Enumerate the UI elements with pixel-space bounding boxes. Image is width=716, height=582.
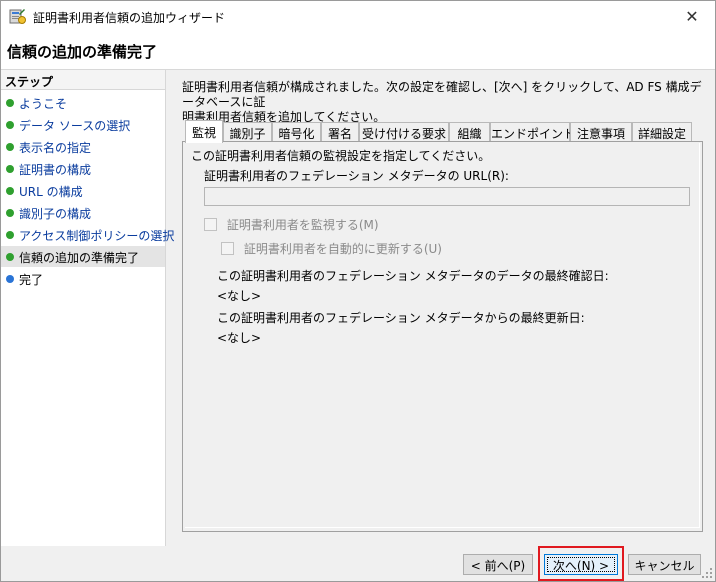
metadata-url-input[interactable] xyxy=(204,187,690,206)
intro-text: 証明書利用者信頼が構成されました。次の設定を確認し、[次へ] をクリックして、A… xyxy=(182,80,702,125)
last-updated-value: <なし> xyxy=(217,331,262,345)
auto-update-checkbox-label: 証明書利用者を自動的に更新する(U) xyxy=(243,242,442,256)
tab-notes[interactable]: 注意事項 xyxy=(570,122,632,142)
resize-grip-icon[interactable] xyxy=(701,567,713,579)
back-button[interactable]: < 前へ(P) xyxy=(463,554,533,575)
step-label: アクセス制御ポリシーの選択 xyxy=(19,229,175,243)
step-item-display-name[interactable]: 表示名の指定 xyxy=(1,136,165,157)
cancel-button[interactable]: キャンセル xyxy=(628,554,701,575)
close-icon: ✕ xyxy=(685,7,699,26)
step-done-icon xyxy=(6,165,14,173)
step-done-icon xyxy=(6,143,14,151)
tab-panel-monitoring: この証明書利用者信頼の監視設定を指定してください。 証明書利用者のフェデレーショ… xyxy=(182,141,703,532)
step-done-icon xyxy=(6,253,14,261)
intro-line: 証明書利用者信頼が構成されました。次の設定を確認し、[次へ] をクリックして、A… xyxy=(182,80,702,109)
step-item-ready[interactable]: 信頼の追加の準備完了 xyxy=(1,246,165,267)
auto-update-checkbox[interactable] xyxy=(221,242,234,255)
step-label: ようこそ xyxy=(19,97,68,111)
tab-endpoints[interactable]: エンドポイント xyxy=(490,122,575,142)
monitor-checkbox[interactable] xyxy=(204,218,217,231)
step-label: 証明書の構成 xyxy=(19,163,92,177)
tab-monitoring[interactable]: 監視 xyxy=(185,120,223,143)
step-label: 完了 xyxy=(19,273,44,287)
step-done-icon xyxy=(6,99,14,107)
page-title: 信頼の追加の準備完了 xyxy=(7,43,158,61)
step-label: 表示名の指定 xyxy=(19,141,92,155)
step-item-welcome[interactable]: ようこそ xyxy=(1,92,165,113)
close-button[interactable]: ✕ xyxy=(669,1,715,32)
step-item-finish: 完了 xyxy=(1,268,165,289)
step-label: 識別子の構成 xyxy=(19,207,92,221)
tab-advanced[interactable]: 詳細設定 xyxy=(632,122,692,142)
step-item-data-source[interactable]: データ ソースの選択 xyxy=(1,114,165,135)
window-title: 証明書利用者信頼の追加ウィザード xyxy=(33,11,226,25)
wizard-body: ステップ ようこそ データ ソースの選択 表示名の指定 証明書の構成 URL の… xyxy=(1,70,715,581)
monitor-checkbox-row[interactable]: 証明書利用者を監視する(M) xyxy=(204,216,379,233)
step-done-icon xyxy=(6,231,14,239)
wizard-header: 信頼の追加の準備完了 xyxy=(1,32,715,70)
wizard-icon xyxy=(9,9,26,24)
auto-update-checkbox-row[interactable]: 証明書利用者を自動的に更新する(U) xyxy=(221,240,442,257)
next-button-highlight xyxy=(538,546,624,581)
tab-organization[interactable]: 組織 xyxy=(449,122,490,142)
step-pending-icon xyxy=(6,275,14,283)
tab-accepted-claims[interactable]: 受け付ける要求 xyxy=(359,122,449,142)
step-label: URL の構成 xyxy=(19,185,83,199)
steps-panel: ステップ ようこそ データ ソースの選択 表示名の指定 証明書の構成 URL の… xyxy=(1,70,174,546)
step-label: データ ソースの選択 xyxy=(19,119,131,133)
last-checked-label: この証明書利用者のフェデレーション メタデータのデータの最終確認日: xyxy=(217,269,609,283)
monitor-description: この証明書利用者信頼の監視設定を指定してください。 xyxy=(191,149,491,163)
step-item-certificate[interactable]: 証明書の構成 xyxy=(1,158,165,179)
monitor-checkbox-label: 証明書利用者を監視する(M) xyxy=(226,218,379,232)
tab-signature[interactable]: 署名 xyxy=(321,122,359,142)
panel-frame: この証明書利用者信頼の監視設定を指定してください。 証明書利用者のフェデレーショ… xyxy=(185,143,700,528)
step-label: 信頼の追加の準備完了 xyxy=(19,251,140,265)
step-item-identifiers[interactable]: 識別子の構成 xyxy=(1,202,165,223)
step-done-icon xyxy=(6,187,14,195)
wizard-window: 証明書利用者信頼の追加ウィザード ✕ 信頼の追加の準備完了 ステップ ようこそ … xyxy=(0,0,716,582)
step-done-icon xyxy=(6,121,14,129)
title-bar: 証明書利用者信頼の追加ウィザード ✕ xyxy=(1,1,715,32)
last-updated-label: この証明書利用者のフェデレーション メタデータからの最終更新日: xyxy=(217,311,585,325)
step-done-icon xyxy=(6,209,14,217)
step-item-url[interactable]: URL の構成 xyxy=(1,180,165,201)
tab-encryption[interactable]: 暗号化 xyxy=(272,122,321,142)
metadata-url-label: 証明書利用者のフェデレーション メタデータの URL(R): xyxy=(204,169,509,183)
last-checked-value: <なし> xyxy=(217,289,262,303)
tab-identifiers[interactable]: 識別子 xyxy=(223,122,272,142)
steps-heading: ステップ xyxy=(1,70,165,90)
step-item-access-control[interactable]: アクセス制御ポリシーの選択 xyxy=(1,224,174,245)
